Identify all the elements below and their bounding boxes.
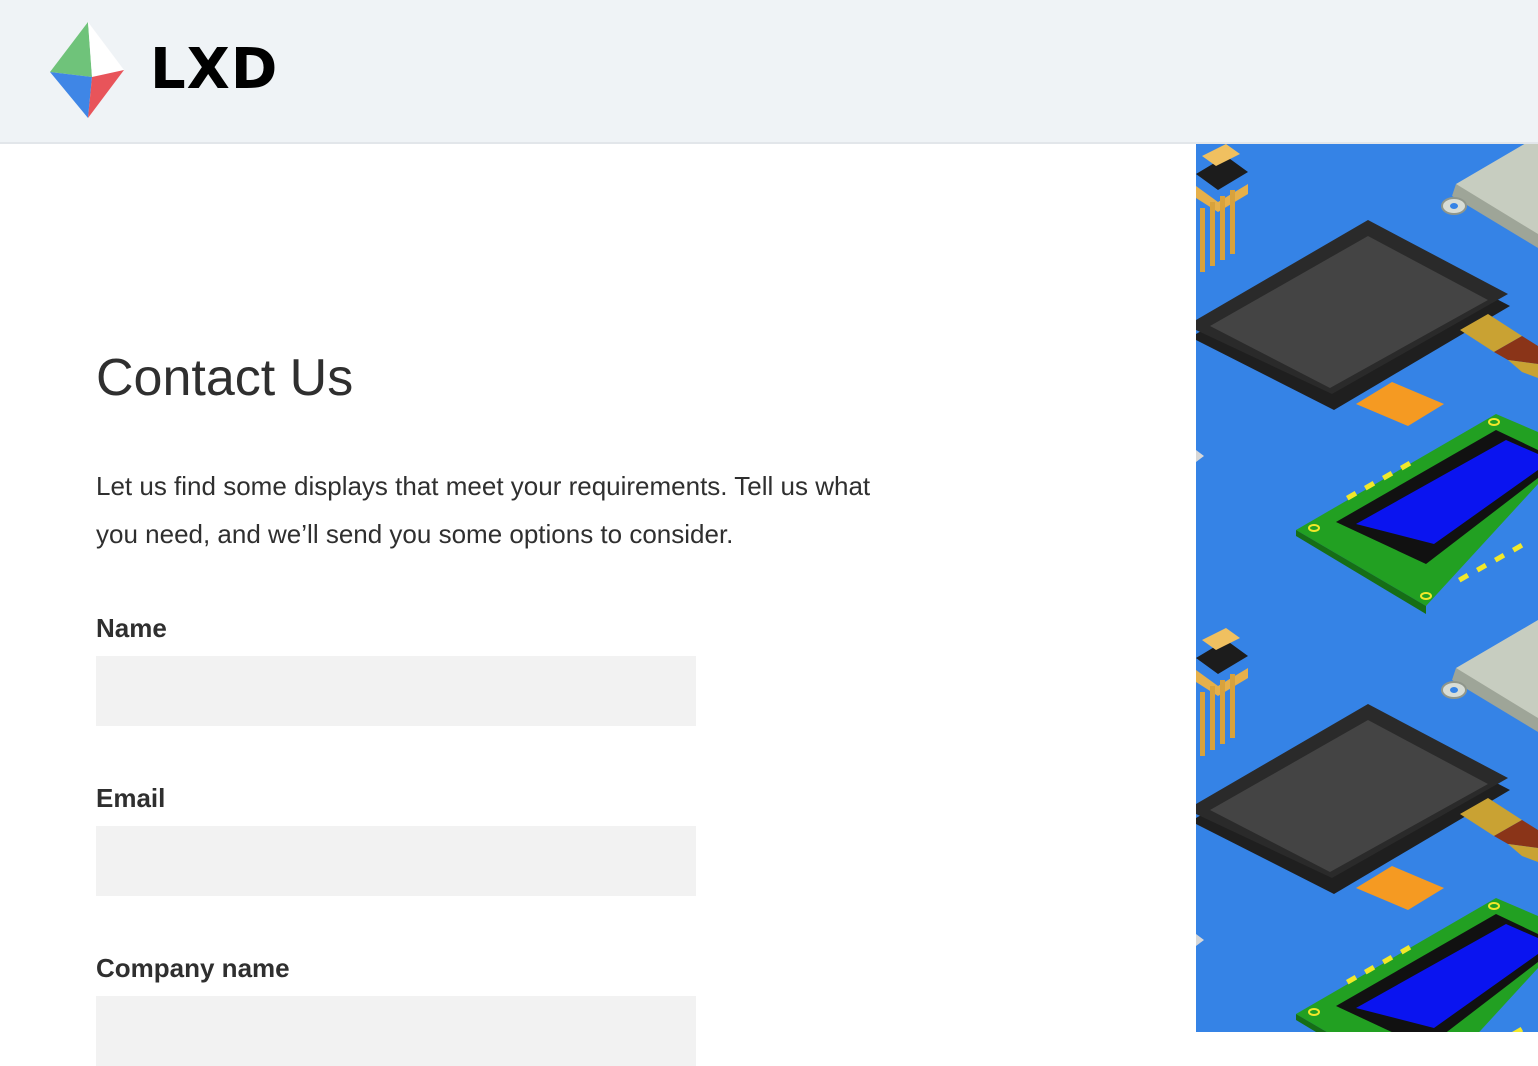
site-header: LXD <box>0 0 1538 144</box>
lxd-logo-icon[interactable] <box>48 20 126 120</box>
contact-section: Contact Us Let us find some displays tha… <box>0 144 1196 1066</box>
company-name-field[interactable] <box>96 996 696 1066</box>
display-modules-illustration <box>1196 144 1538 1032</box>
email-label: Email <box>96 783 166 813</box>
side-illustration <box>1196 144 1538 1032</box>
brand-name[interactable]: LXD <box>150 38 278 102</box>
company-name-label: Company name <box>96 953 290 983</box>
intro-text: Let us find some displays that meet your… <box>96 471 871 549</box>
page-title: Contact Us <box>96 349 354 407</box>
email-field[interactable] <box>96 826 696 896</box>
name-label: Name <box>96 613 167 643</box>
name-field[interactable] <box>96 656 696 726</box>
